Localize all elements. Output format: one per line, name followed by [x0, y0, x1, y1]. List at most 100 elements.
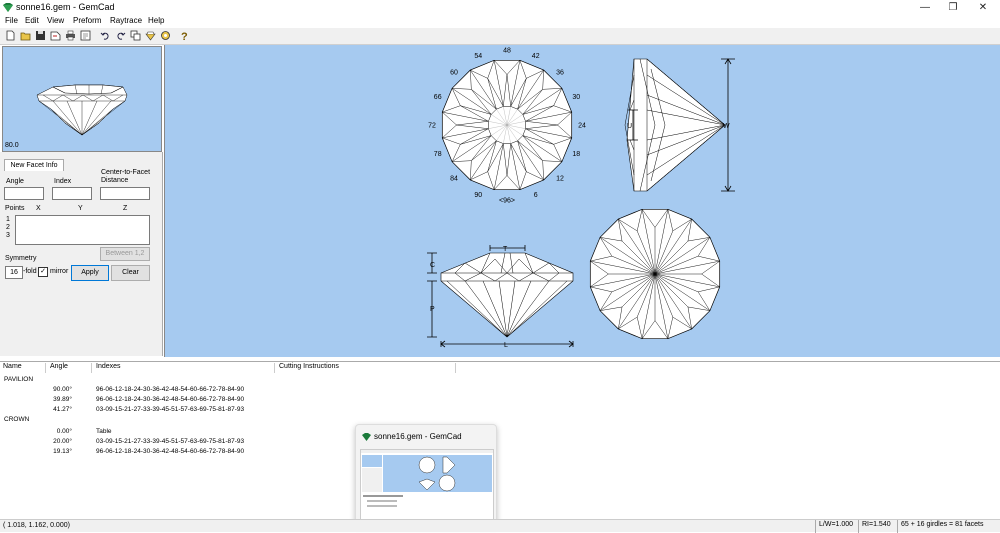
length-l-label: L — [504, 342, 508, 349]
facet-group-row[interactable]: PAVILION — [0, 376, 600, 386]
facet-angle: 19.13° — [53, 448, 72, 455]
menu-view[interactable]: View — [47, 16, 64, 25]
preform-icon[interactable] — [145, 30, 156, 41]
copy-icon[interactable] — [130, 30, 141, 41]
facet-group-row[interactable]: CROWN — [0, 416, 600, 426]
taskbar-thumbnail[interactable]: sonne16.gem - GemCad — [355, 424, 497, 525]
point-2-label: 2 — [6, 224, 10, 231]
gem-diagram-view[interactable]: 48 42 36 30 24 18 12 6 <96> 90 84 78 72 66 60 54 W U — [164, 45, 1000, 357]
index-label: 36 — [556, 70, 564, 77]
toolbar: ? — [0, 28, 1000, 45]
facet-angle: 90.00° — [53, 386, 72, 393]
facet-row[interactable]: 19.13° 96-06-12-18-24-30-36-42-48-54-60-6… — [0, 448, 600, 458]
tab-new-facet-info[interactable]: New Facet Info — [4, 159, 64, 171]
gem-diagram-canvas: 484236302418126<96>90847872666054 W U T … — [427, 48, 735, 349]
index-label: 6 — [534, 192, 538, 199]
index-label: 60 — [450, 70, 458, 77]
close-button[interactable]: ✕ — [968, 0, 998, 15]
facet-indexes: 03-09-15-21-27-33-39-45-51-57-63-69-75-8… — [96, 406, 245, 413]
facet-row[interactable]: 39.89° 96-06-12-18-24-30-36-42-48-54-60-6… — [0, 396, 600, 406]
thumbnail-gem-drawing — [418, 456, 456, 492]
zoom-level: 80.0 — [5, 142, 19, 149]
index-label: <96> — [499, 198, 515, 205]
facet-indexes: 03-09-15-21-27-33-39-45-51-57-63-69-75-8… — [96, 438, 245, 445]
facet-indexes: 96-06-12-18-24-30-36-42-48-54-60-66-72-7… — [96, 386, 245, 393]
menu-file[interactable]: File — [5, 16, 18, 25]
bottom-view — [589, 208, 721, 340]
new-file-icon[interactable] — [5, 30, 16, 41]
gemcad-logo-icon — [3, 3, 13, 12]
gem-preview: 80.0 — [2, 46, 162, 152]
facet-count: 65 + 16 girdles = 81 facets — [897, 520, 987, 533]
index-label: 18 — [572, 151, 580, 158]
menu-edit[interactable]: Edit — [25, 16, 39, 25]
window-title: sonne16.gem - GemCad — [16, 2, 115, 12]
facet-list[interactable]: PAVILION 90.00° 96-06-12-18-24-30-36-42-48… — [0, 373, 1000, 519]
redo-icon[interactable] — [115, 30, 126, 41]
table-t-label: T — [503, 246, 508, 253]
print-preview-icon[interactable] — [80, 30, 91, 41]
print-icon[interactable] — [65, 30, 76, 41]
facet-angle: 20.00° — [53, 438, 72, 445]
z-label: Z — [123, 205, 128, 212]
thumbnail-title: sonne16.gem - GemCad — [374, 432, 462, 441]
index-input[interactable] — [52, 187, 92, 200]
crown-c-label: C — [430, 262, 435, 269]
facet-row[interactable]: 90.00° 96-06-12-18-24-30-36-42-48-54-60-6… — [0, 386, 600, 396]
facet-angle: 0.00° — [56, 428, 72, 435]
table-u-label: U — [627, 123, 632, 130]
side-profile-view — [624, 58, 726, 192]
lw-ratio: L/W=1.000 — [815, 520, 856, 533]
svg-text:?: ? — [181, 31, 188, 41]
gemcad-logo-icon — [362, 433, 371, 441]
facet-indexes: 96-06-12-18-24-30-36-42-48-54-60-66-72-7… — [96, 448, 245, 455]
menu-raytrace[interactable]: Raytrace — [110, 16, 142, 25]
index-label: 90 — [474, 192, 482, 199]
x-label: X — [36, 205, 41, 212]
menu-bar: File Edit View Preform Raytrace Help — [0, 15, 1000, 28]
open-folder-icon[interactable] — [20, 30, 31, 41]
export-icon[interactable] — [50, 30, 61, 41]
distance-input[interactable] — [100, 187, 150, 200]
facet-row[interactable]: 41.27° 03-09-15-21-27-33-39-45-51-57-63-6… — [0, 406, 600, 416]
facet-angle: 39.89° — [53, 396, 72, 403]
top-view — [441, 59, 573, 191]
column-cutting-instructions[interactable]: Cutting Instructions — [276, 363, 456, 373]
title-bar: sonne16.gem - GemCad — ❐ ✕ — [0, 0, 1000, 15]
y-label: Y — [78, 205, 83, 212]
thumbnail-preview — [360, 449, 494, 521]
raytrace-icon[interactable] — [160, 30, 171, 41]
mirror-label: mirror — [50, 268, 69, 275]
column-indexes[interactable]: Indexes — [93, 363, 275, 373]
undo-icon[interactable] — [100, 30, 111, 41]
column-angle[interactable]: Angle — [47, 363, 92, 373]
index-label: 48 — [503, 48, 511, 55]
points-label: Points — [5, 205, 25, 212]
angle-label: Angle — [6, 178, 24, 185]
point-1-label: 1 — [6, 216, 10, 223]
index-label: 66 — [434, 94, 442, 101]
facet-info-panel: New Facet Info Angle Index Center-to-Fac… — [0, 152, 163, 356]
maximize-button[interactable]: ❐ — [938, 0, 968, 15]
save-icon[interactable] — [35, 30, 46, 41]
points-textbox[interactable] — [15, 215, 150, 245]
facet-row[interactable]: 20.00° 03-09-15-21-27-33-39-45-51-57-63-6… — [0, 438, 600, 448]
minimize-button[interactable]: — — [910, 0, 940, 15]
clear-button[interactable]: Clear — [111, 265, 150, 281]
help-icon[interactable]: ? — [178, 30, 189, 43]
menu-preform[interactable]: Preform — [73, 16, 101, 25]
mirror-checkbox[interactable]: ✓ — [38, 267, 48, 277]
index-label: 42 — [532, 53, 540, 60]
cursor-coordinates: ( 1.018, 1.162, 0.000) — [3, 522, 70, 529]
symmetry-label: Symmetry — [5, 255, 37, 262]
fold-label: -fold — [23, 268, 37, 275]
width-label: W — [723, 123, 730, 130]
menu-help[interactable]: Help — [148, 16, 164, 25]
angle-input[interactable] — [4, 187, 44, 200]
facet-angle: 41.27° — [53, 406, 72, 413]
between-button[interactable]: Between 1,2 — [100, 247, 150, 261]
apply-button[interactable]: Apply — [71, 265, 109, 281]
facet-row[interactable]: 0.00° Table — [0, 428, 600, 438]
column-name[interactable]: Name — [0, 363, 46, 373]
symmetry-input[interactable]: 16 — [5, 266, 23, 279]
